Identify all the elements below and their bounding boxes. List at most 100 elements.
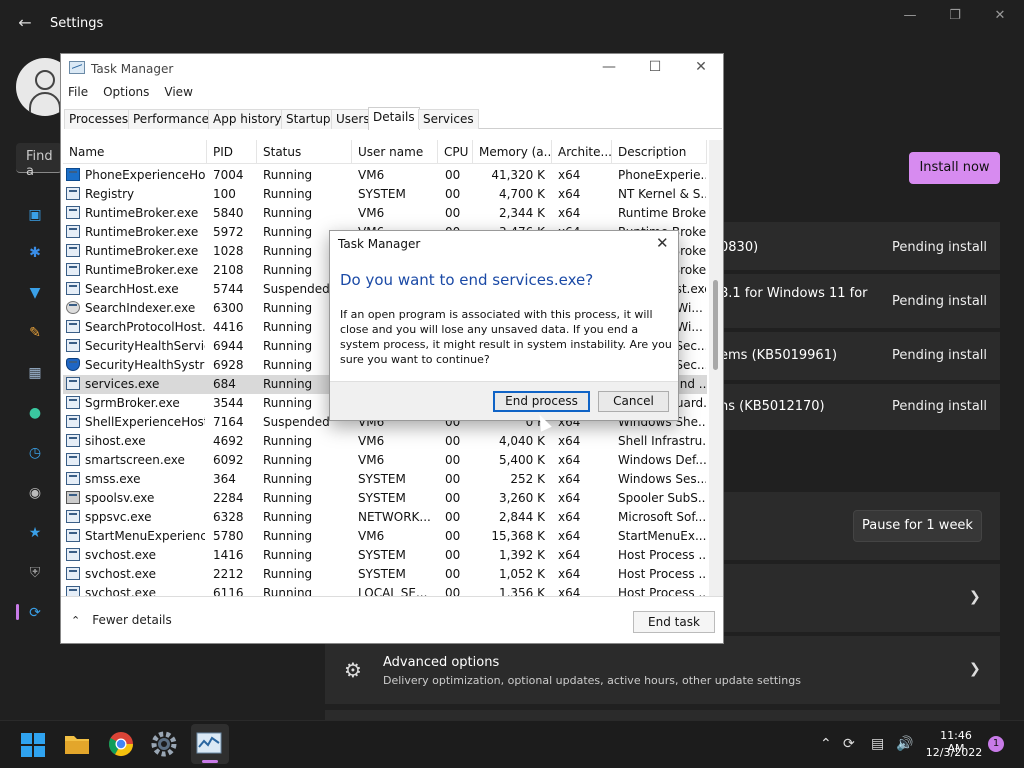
active-app-indicator <box>202 760 218 763</box>
cell-user: SYSTEM <box>358 548 406 562</box>
table-row[interactable]: sppsvc.exe 6328 Running NETWORK... 00 2,844 K… <box>63 508 707 527</box>
table-row[interactable]: smss.exe 364 Running SYSTEM 00 252 K x64 Window… <box>63 470 707 489</box>
tab-performance[interactable]: Performance <box>128 109 215 129</box>
time-language-icon[interactable]: ◷ <box>26 444 44 462</box>
process-icon <box>66 529 80 542</box>
dialog-title: Task Manager <box>338 237 421 251</box>
dialog-heading: Do you want to end services.exe? <box>340 271 594 289</box>
cell-name: smss.exe <box>85 472 141 486</box>
cell-user: NETWORK... <box>358 510 431 524</box>
clock-date[interactable]: 12/3/2022 <box>924 746 984 759</box>
minimize-icon[interactable]: — <box>900 8 920 23</box>
system-icon[interactable]: ▣ <box>26 206 44 224</box>
table-row[interactable]: StartMenuExperienc... 5780 Running VM6 00 15,… <box>63 527 707 546</box>
tab-startup[interactable]: Startup <box>281 109 336 129</box>
cell-status: Running <box>263 510 313 524</box>
cancel-button[interactable]: Cancel <box>598 391 669 412</box>
volume-icon[interactable]: 🔊 <box>896 736 913 752</box>
notification-badge[interactable]: 1 <box>988 736 1004 752</box>
column-name[interactable]: ⌃ Name <box>63 140 207 164</box>
table-row[interactable]: smartscreen.exe 6092 Running VM6 00 5,400 K x6… <box>63 451 707 470</box>
end-task-button[interactable]: End task <box>633 611 715 633</box>
cell-desc: Shell Infrastru... <box>618 434 706 448</box>
back-arrow-icon[interactable]: ← <box>14 12 36 34</box>
task-manager-icon[interactable] <box>196 731 224 759</box>
process-icon <box>66 434 80 447</box>
start-windows-icon[interactable] <box>20 732 48 760</box>
table-row[interactable]: Registry 100 Running SYSTEM 00 4,700 K x64 NT K… <box>63 185 707 204</box>
find-setting-input[interactable]: Find a <box>16 143 62 179</box>
cell-cpu: 00 <box>445 187 461 201</box>
tab-processes[interactable]: Processes <box>64 109 134 129</box>
bluetooth-icon[interactable]: ✱ <box>26 244 44 262</box>
table-row[interactable]: svchost.exe 6116 Running LOCAL SE... 00 1,356… <box>63 584 707 596</box>
vertical-scrollbar[interactable] <box>709 140 723 596</box>
pause-updates-button[interactable]: Pause for 1 week <box>853 510 982 542</box>
personalization-icon[interactable]: ✎ <box>26 324 44 342</box>
cell-name: PhoneExperienceHo... <box>85 168 205 182</box>
close-icon[interactable]: ✕ <box>691 59 711 75</box>
table-row[interactable]: sihost.exe 4692 Running VM6 00 4,040 K x64 Shel… <box>63 432 707 451</box>
cell-cpu: 00 <box>445 586 461 596</box>
chevron-up-icon[interactable]: ⌃ <box>820 736 832 752</box>
table-row[interactable]: svchost.exe 1416 Running SYSTEM 00 1,392 K x64… <box>63 546 707 565</box>
end-process-dialog: Task Manager ✕ Do you want to end servic… <box>329 230 679 421</box>
privacy-shield-icon[interactable]: ⛨ <box>26 564 44 582</box>
minimize-icon[interactable]: — <box>599 59 619 75</box>
sync-icon[interactable]: ⟳ <box>843 736 855 752</box>
column-description[interactable]: Description <box>612 140 707 164</box>
cell-user: VM6 <box>358 529 385 543</box>
table-row[interactable]: RuntimeBroker.exe 5840 Running VM6 00 2,344 K… <box>63 204 707 223</box>
update-history-card[interactable] <box>712 564 1000 632</box>
cell-mem: 3,260 K <box>498 491 545 505</box>
accounts-icon[interactable]: ● <box>26 404 44 422</box>
network-monitor-icon[interactable]: ▤ <box>871 736 884 752</box>
accessibility-icon[interactable]: ★ <box>26 524 44 542</box>
tab-app-history[interactable]: App history <box>208 109 287 129</box>
cell-pid: 6092 <box>213 453 244 467</box>
maximize-icon[interactable]: ☐ <box>645 59 665 75</box>
close-icon[interactable]: ✕ <box>990 8 1010 23</box>
update-status: Pending install <box>892 294 988 309</box>
cell-pid: 100 <box>213 187 236 201</box>
cell-arch: x64 <box>558 206 581 220</box>
cell-mem: 4,700 K <box>498 187 545 201</box>
table-row[interactable]: PhoneExperienceHo... 7004 Running VM6 00 41,3… <box>63 166 707 185</box>
scrollbar-thumb[interactable] <box>713 280 718 370</box>
windows-update-icon[interactable]: ⟳ <box>26 604 44 622</box>
column-pid[interactable]: PID <box>207 140 257 164</box>
file-explorer-icon[interactable] <box>63 731 91 759</box>
table-row[interactable]: svchost.exe 2212 Running SYSTEM 00 1,052 K x64… <box>63 565 707 584</box>
dialog-message: If an open program is associated with th… <box>340 308 672 366</box>
tab-services[interactable]: Services <box>418 109 479 129</box>
network-icon[interactable]: ▼ <box>26 284 44 302</box>
column-user-name[interactable]: User name <box>352 140 438 164</box>
settings-gear-icon[interactable] <box>151 731 179 759</box>
cell-status: Running <box>263 567 313 581</box>
table-row[interactable]: spoolsv.exe 2284 Running SYSTEM 00 3,260 K x64… <box>63 489 707 508</box>
cell-user: VM6 <box>358 434 385 448</box>
chrome-icon[interactable] <box>108 731 136 759</box>
cell-user: LOCAL SE... <box>358 586 428 596</box>
column-cpu[interactable]: CPU <box>438 140 473 164</box>
column-memory[interactable]: Memory (a... <box>473 140 552 164</box>
menu-file[interactable]: File <box>68 85 88 99</box>
maximize-icon[interactable]: ❐ <box>945 8 965 23</box>
cell-desc: Microsoft Sof... <box>618 510 706 524</box>
column-status[interactable]: Status <box>257 140 352 164</box>
column-architecture[interactable]: Archite... <box>552 140 612 164</box>
gaming-icon[interactable]: ◉ <box>26 484 44 502</box>
install-now-button[interactable]: Install now <box>909 152 1000 184</box>
advanced-options-card[interactable] <box>325 636 1000 704</box>
fewer-details-button[interactable]: ⌃ Fewer details <box>71 613 172 627</box>
close-icon[interactable]: ✕ <box>656 234 669 252</box>
apps-icon[interactable]: ▦ <box>26 364 44 382</box>
cell-name: RuntimeBroker.exe <box>85 244 199 258</box>
end-process-button[interactable]: End process <box>493 391 590 412</box>
task-manager-title-bar[interactable]: Task Manager — ☐ ✕ <box>61 54 723 84</box>
menu-options[interactable]: Options <box>103 85 149 99</box>
tab-details[interactable]: Details <box>368 107 420 130</box>
cell-name: spoolsv.exe <box>85 491 155 505</box>
cell-name: smartscreen.exe <box>85 453 185 467</box>
menu-view[interactable]: View <box>164 85 192 99</box>
